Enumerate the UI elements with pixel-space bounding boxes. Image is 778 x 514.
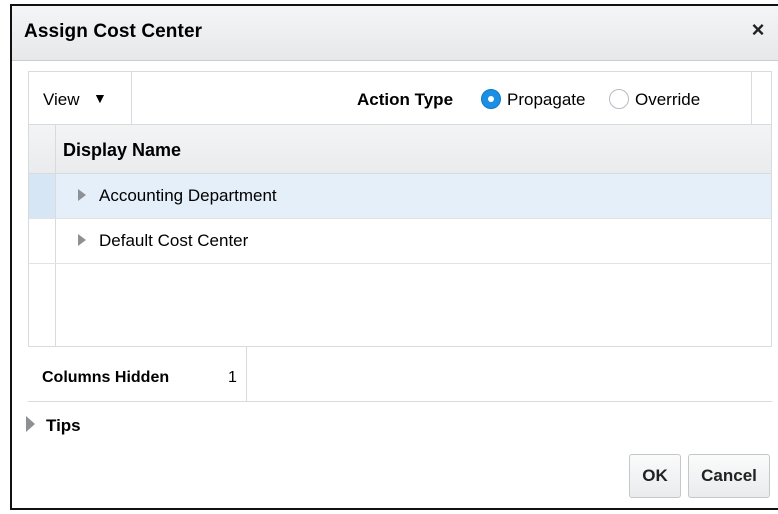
dialog-titlebar: Assign Cost Center × — [12, 6, 778, 61]
toolbar-divider — [751, 72, 752, 124]
view-menu-label: View — [43, 90, 80, 109]
assign-cost-center-dialog: Assign Cost Center × View ▼ Action Type … — [10, 4, 778, 510]
row-label: Default Cost Center — [99, 231, 249, 250]
propagate-label[interactable]: Propagate — [507, 90, 585, 110]
row-selector[interactable] — [29, 174, 56, 218]
tree-table: Display Name Accounting Department Defau… — [29, 125, 771, 346]
close-icon[interactable]: × — [746, 18, 770, 42]
override-radio[interactable] — [609, 89, 629, 109]
table-header: Display Name — [29, 125, 771, 174]
propagate-radio[interactable] — [481, 89, 501, 109]
expand-triangle-icon[interactable] — [78, 189, 86, 201]
table-row[interactable]: Accounting Department — [29, 174, 771, 219]
expand-triangle-icon[interactable] — [78, 234, 86, 246]
caret-down-icon: ▼ — [93, 90, 107, 106]
table-status-bar: Columns Hidden 1 — [28, 347, 772, 402]
row-selector[interactable] — [29, 219, 56, 263]
dialog-title: Assign Cost Center — [24, 21, 203, 42]
row-label: Accounting Department — [99, 186, 277, 205]
action-type-label: Action Type — [357, 90, 454, 109]
ok-button[interactable]: OK — [629, 454, 681, 498]
cancel-button[interactable]: Cancel — [688, 454, 770, 498]
header-gutter — [29, 125, 56, 173]
tips-label: Tips — [46, 416, 81, 435]
view-menu[interactable]: View ▼ — [29, 72, 132, 124]
tree-table-panel: View ▼ Action Type Propagate Override Di… — [28, 71, 772, 347]
column-header-display-name[interactable]: Display Name — [63, 140, 181, 161]
table-row[interactable]: Default Cost Center — [29, 219, 771, 264]
expand-triangle-icon — [26, 416, 35, 432]
columns-hidden-count: 1 — [228, 369, 237, 386]
table-toolbar: View ▼ Action Type Propagate Override — [29, 72, 771, 125]
columns-hidden-label: Columns Hidden — [42, 369, 170, 386]
override-label[interactable]: Override — [635, 90, 700, 110]
status-divider — [246, 347, 247, 401]
